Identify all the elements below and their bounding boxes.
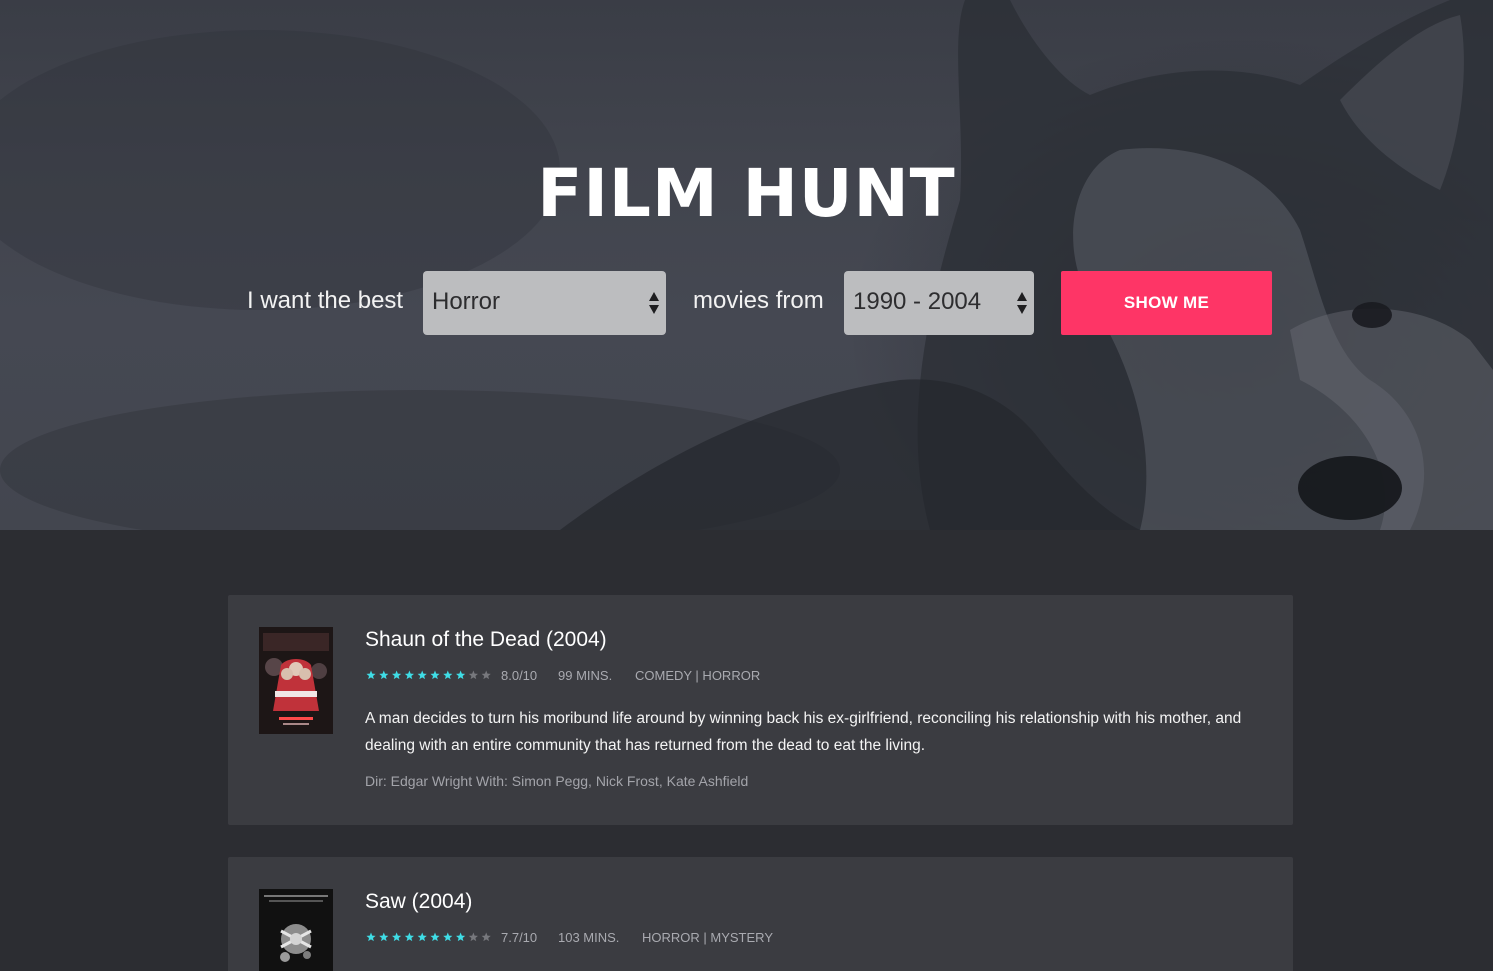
show-me-button[interactable]: SHOW ME [1061, 271, 1272, 335]
movie-runtime: 103 MINS. [558, 930, 620, 945]
star-filled-icon [392, 932, 402, 942]
movie-runtime: 99 MINS. [558, 668, 613, 683]
movie-genres: COMEDY | HORROR [635, 668, 761, 683]
movie-title[interactable]: Shaun of the Dead (2004) [365, 628, 607, 652]
star-filled-icon [379, 670, 389, 680]
star-filled-icon [456, 932, 466, 942]
movie-title[interactable]: Saw (2004) [365, 890, 472, 914]
years-select[interactable]: 1990 - 2004 [844, 271, 1034, 335]
movie-card: Saw (2004) 7.7/10 103 MINS. HORROR | MYS… [228, 857, 1293, 971]
star-filled-icon [366, 670, 376, 680]
husky-background-image [0, 0, 1493, 530]
select-arrows-icon [649, 292, 659, 314]
star-filled-icon [404, 670, 414, 680]
movie-credits: Dir: Edgar Wright With: Simon Pegg, Nick… [365, 773, 749, 789]
star-filled-icon [456, 670, 466, 680]
rating-stars-icon [366, 670, 491, 680]
star-filled-icon [430, 932, 440, 942]
star-filled-icon [366, 932, 376, 942]
star-filled-icon [417, 932, 427, 942]
search-form: I want the best Horror movies from 1990 … [0, 271, 1493, 335]
star-empty-icon [468, 670, 478, 680]
movie-rating: 7.7/10 [501, 930, 538, 945]
years-select-value: 1990 - 2004 [853, 288, 982, 315]
movie-genres: HORROR | MYSTERY [642, 930, 773, 945]
star-empty-icon [481, 670, 491, 680]
select-arrows-icon [1017, 292, 1027, 314]
star-filled-icon [443, 932, 453, 942]
movie-plot: A man decides to turn his moribund life … [365, 710, 1242, 754]
search-middle-label: movies from [693, 287, 824, 314]
app-logo[interactable]: FILM HUNT [0, 155, 1493, 232]
star-filled-icon [417, 670, 427, 680]
rating-stars-icon [366, 932, 491, 942]
movie-card: Shaun of the Dead (2004) 8.0/10 99 MINS.… [228, 595, 1293, 825]
hero-banner: FILM HUNT I want the best Horror movies … [0, 0, 1493, 530]
star-empty-icon [481, 932, 491, 942]
genre-select-value: Horror [432, 288, 501, 315]
star-filled-icon [430, 670, 440, 680]
genre-select[interactable]: Horror [423, 271, 666, 335]
star-filled-icon [443, 670, 453, 680]
star-empty-icon [468, 932, 478, 942]
movie-poster[interactable] [259, 627, 333, 734]
movie-poster[interactable] [259, 889, 333, 971]
star-filled-icon [379, 932, 389, 942]
movie-rating: 8.0/10 [501, 668, 538, 683]
star-filled-icon [392, 670, 402, 680]
search-prefix-label: I want the best [247, 287, 404, 314]
star-filled-icon [404, 932, 414, 942]
